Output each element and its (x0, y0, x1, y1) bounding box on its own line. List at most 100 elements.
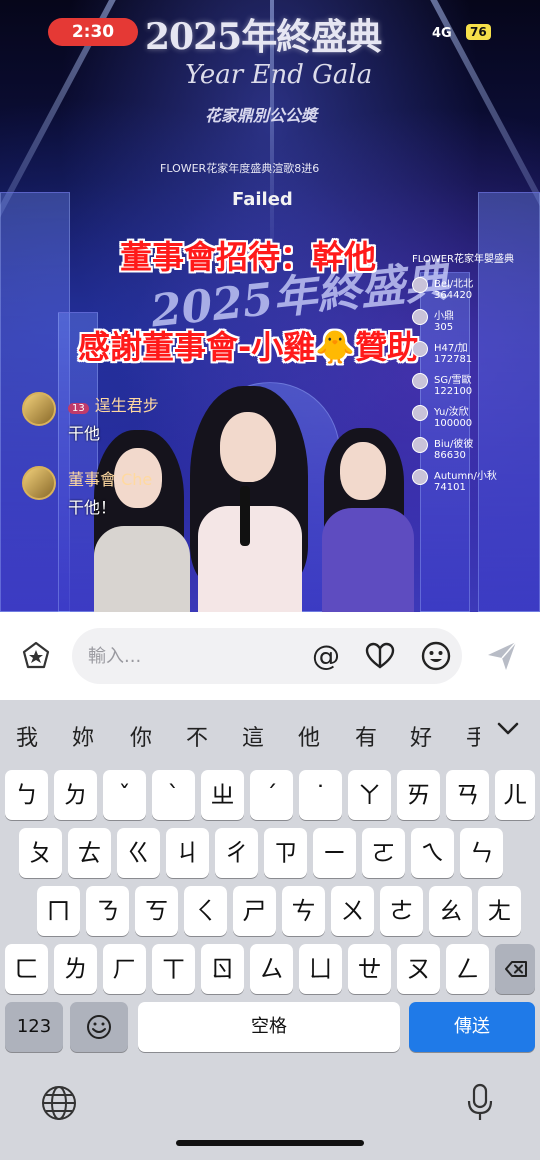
ranking-title: FLOWER花家年嬰盛典 (412, 254, 514, 265)
stream-subtitle: Year End Gala (185, 60, 373, 90)
candidate-word[interactable]: 有 (355, 720, 377, 752)
key[interactable]: ㄊ (68, 828, 111, 878)
ranking-avatar (412, 373, 428, 389)
ranking-row[interactable]: Autumn/小秋 74101 (412, 467, 540, 493)
candidate-word[interactable]: 手 (466, 720, 480, 752)
key[interactable]: ㄡ (397, 944, 440, 994)
key[interactable]: ㄜ (380, 886, 423, 936)
ranking-row[interactable]: Yu/汝欣 100000 (412, 403, 540, 429)
key[interactable]: ˇ (103, 770, 146, 820)
key[interactable]: ㄢ (446, 770, 489, 820)
candidate-word[interactable]: 他 (298, 720, 320, 752)
chat-username[interactable]: 13 逞生君步 (68, 392, 302, 416)
key[interactable]: ˊ (250, 770, 293, 820)
chat-message[interactable]: 董事會 Che 干他！ (22, 466, 302, 517)
send-icon[interactable] (484, 638, 520, 674)
chevron-down-icon[interactable] (494, 714, 522, 742)
key[interactable]: ㄑ (184, 886, 227, 936)
key[interactable]: ㄆ (19, 828, 62, 878)
stream-caption: FLOWER花家年度盛典渲歌8进6 (160, 162, 320, 175)
space-key[interactable]: 空格 (138, 1002, 400, 1052)
stream-error-label: Failed (232, 189, 293, 210)
key[interactable]: ㄙ (250, 944, 293, 994)
key[interactable]: ㄧ (313, 828, 356, 878)
key[interactable]: ˙ (299, 770, 342, 820)
mention-icon[interactable]: @ (310, 640, 342, 672)
chat-level-badge: 13 (68, 403, 89, 414)
key[interactable]: ㄇ (37, 886, 80, 936)
ranking-row[interactable]: Bel/北北 364420 (412, 275, 540, 301)
chat-username[interactable]: 董事會 Che (68, 466, 302, 490)
key[interactable]: ㄍ (117, 828, 160, 878)
send-key[interactable]: 傳送 (409, 1002, 535, 1052)
key[interactable]: ㄅ (5, 770, 48, 820)
key[interactable]: ㄤ (478, 886, 521, 936)
key[interactable]: ㄛ (362, 828, 405, 878)
emoji-key[interactable] (70, 1002, 128, 1052)
key[interactable]: ㄌ (54, 944, 97, 994)
ranking-row[interactable]: H47/加 172781 (412, 339, 540, 365)
home-indicator[interactable] (176, 1140, 364, 1146)
key[interactable]: ㄗ (264, 828, 307, 878)
key[interactable]: ㄞ (397, 770, 440, 820)
key[interactable]: ㄩ (299, 944, 342, 994)
chat-avatar[interactable] (22, 392, 56, 426)
heart-icon[interactable] (364, 640, 396, 672)
key[interactable]: ㄓ (201, 770, 244, 820)
key[interactable]: ㄎ (135, 886, 178, 936)
emoji-icon[interactable] (420, 640, 452, 672)
ranking-name: Autumn/小秋 (434, 471, 497, 482)
globe-icon[interactable] (40, 1084, 78, 1122)
sticker-icon[interactable] (20, 640, 52, 672)
message-input[interactable] (72, 628, 462, 684)
key[interactable]: ㄐ (166, 828, 209, 878)
ranking-row[interactable]: SG/雪歐 122100 (412, 371, 540, 397)
key[interactable]: ㄕ (233, 886, 276, 936)
candidate-word[interactable]: 不 (186, 720, 208, 752)
stream-title: 2025年終盛典 (145, 16, 382, 58)
key[interactable]: ㄔ (215, 828, 258, 878)
key[interactable]: ㄚ (348, 770, 391, 820)
emoji-icon (87, 1015, 111, 1039)
candidate-word[interactable]: 我 (16, 720, 38, 752)
performer-right (318, 428, 418, 612)
backspace-button[interactable] (495, 944, 535, 994)
key[interactable]: ㄒ (152, 944, 195, 994)
key[interactable]: ㄠ (429, 886, 472, 936)
key[interactable]: ㄋ (86, 886, 129, 936)
key[interactable]: ㄉ (54, 770, 97, 820)
key[interactable]: ㄈ (5, 944, 48, 994)
ranking-score: 86630 (434, 450, 466, 461)
clock-time: 2:30 (48, 18, 138, 46)
ranking-panel[interactable]: FLOWER花家年嬰盛典 Bel/北北 364420 小鼎 305 H47/加 172… (412, 250, 540, 499)
ranking-avatar (412, 341, 428, 357)
caption-overlay-2: 感謝董事會-小雞🐥贊助 (78, 328, 420, 366)
numbers-key[interactable]: 123 (5, 1002, 63, 1052)
ranking-row[interactable]: Biu/彼彼 86630 (412, 435, 540, 461)
key[interactable]: ㄏ (103, 944, 146, 994)
candidate-word[interactable]: 妳 (72, 720, 94, 752)
ranking-name: 小鼎 (434, 311, 454, 322)
key[interactable]: ㄦ (495, 770, 535, 820)
key[interactable]: ㄥ (446, 944, 489, 994)
ranking-row[interactable]: 小鼎 305 (412, 307, 540, 333)
ranking-name: H47/加 (434, 343, 468, 354)
stream-organizer: 花家鼎別公公奬 (205, 106, 318, 125)
ranking-name: SG/雪歐 (434, 375, 472, 386)
network-indicator: 4G (432, 26, 452, 41)
candidate-word[interactable]: 你 (130, 720, 152, 752)
chat-message[interactable]: 13 逞生君步 干他 (22, 392, 302, 443)
chat-avatar[interactable] (22, 466, 56, 500)
key[interactable]: ㄨ (331, 886, 374, 936)
microphone-icon[interactable] (466, 1082, 494, 1122)
key[interactable]: ˋ (152, 770, 195, 820)
chat-text: 干他！ (68, 498, 117, 517)
chat-username-text: 董事會 Che (68, 470, 153, 489)
candidate-word[interactable]: 這 (242, 720, 264, 752)
key[interactable]: ㄟ (411, 828, 454, 878)
key[interactable]: ㄣ (460, 828, 503, 878)
candidate-word[interactable]: 好 (410, 720, 432, 752)
key[interactable]: ㄘ (282, 886, 325, 936)
key[interactable]: ㄖ (201, 944, 244, 994)
key[interactable]: ㄝ (348, 944, 391, 994)
